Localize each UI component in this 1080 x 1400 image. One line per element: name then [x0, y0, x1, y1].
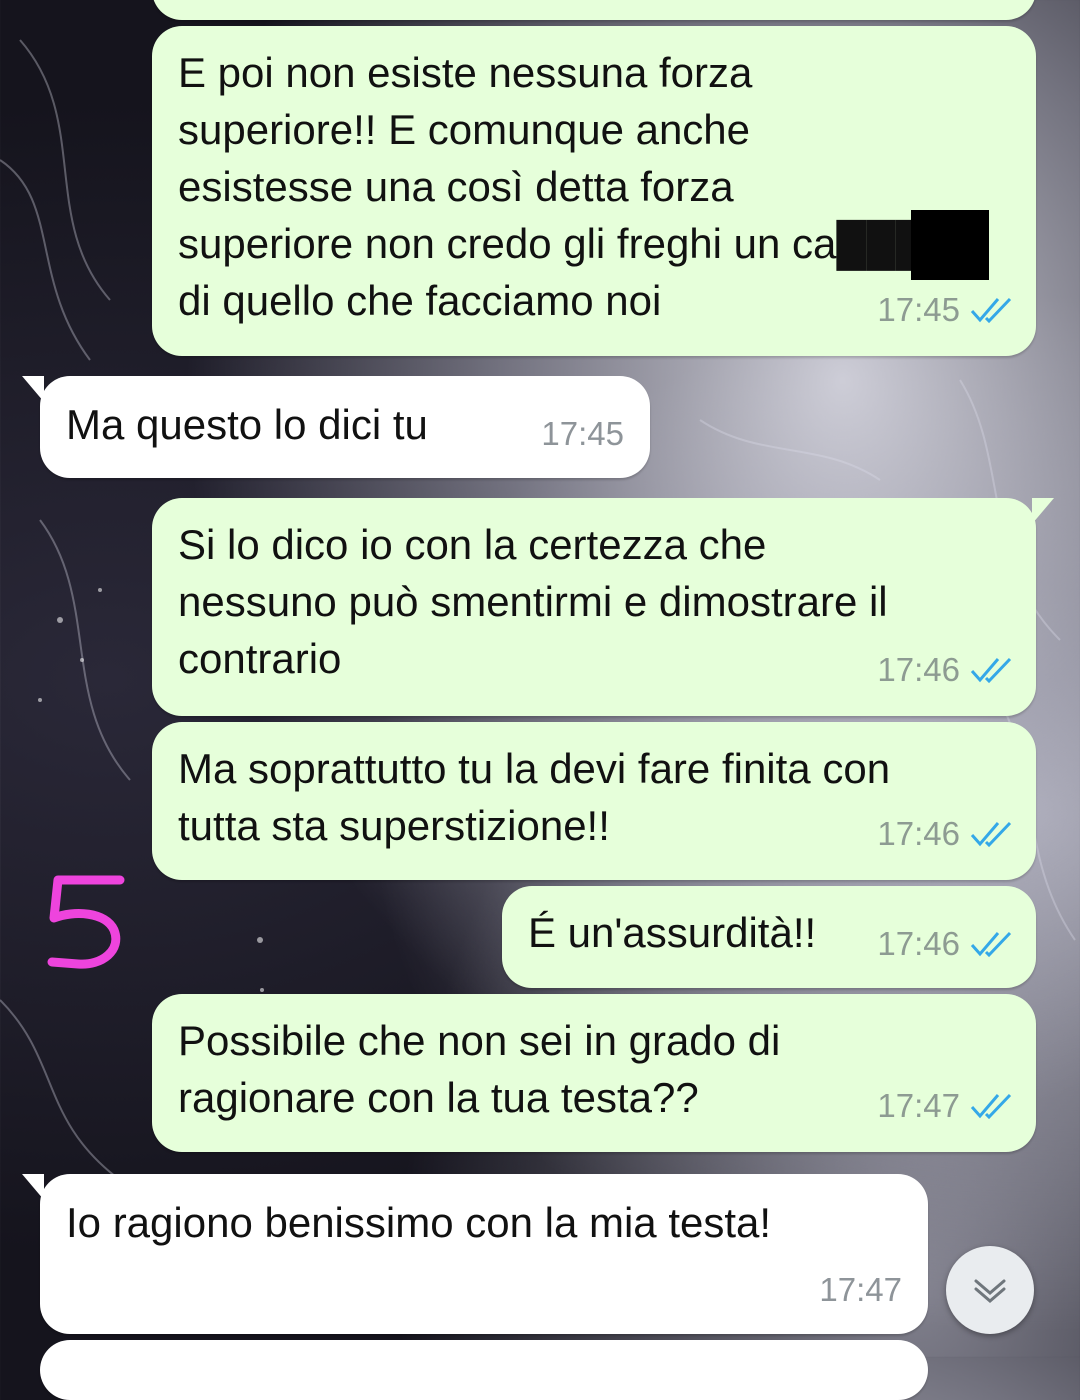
message-time: 17:46 [877, 925, 960, 962]
message-text: Ma questo lo dici tu [66, 401, 428, 448]
handwritten-annotation: 5 [44, 872, 125, 969]
double-check-icon [970, 297, 1012, 323]
message-bubble-outgoing[interactable]: E poi non esiste nessuna forza superiore… [152, 26, 1036, 356]
message-meta: 17:45 [877, 281, 1014, 338]
message-meta: 17:45 [541, 405, 624, 462]
message-bubble-outgoing[interactable]: Ma soprattutto tu la devi fare finita co… [152, 722, 1036, 880]
message-time: 17:45 [541, 415, 624, 452]
annotation-text: 5 [44, 872, 45, 873]
bubble-tail [1032, 498, 1054, 524]
message-time: 17:47 [819, 1271, 902, 1308]
chevron-down-icon [974, 1279, 1006, 1303]
message-time: 17:46 [877, 815, 960, 852]
message-text: Ma soprattutto tu la devi fare finita co… [178, 745, 891, 849]
double-check-icon [970, 1093, 1012, 1119]
message-bubble-partial[interactable] [152, 0, 1036, 20]
message-bubble-outgoing[interactable]: Si lo dico io con la certezza che nessun… [152, 498, 1054, 716]
message-meta: 17:46 [877, 805, 1014, 862]
message-text: Io ragiono benissimo con la mia testa! [66, 1199, 772, 1246]
message-meta: 17:47 [819, 1261, 902, 1318]
message-bubble-outgoing[interactable]: É un'assurdità!! 17:46 [502, 886, 1036, 988]
message-text: Possibile che non sei in grado di ragion… [178, 1017, 781, 1121]
message-text: Si lo dico io con la certezza che nessun… [178, 521, 888, 682]
message-meta: 17:46 [877, 915, 1014, 972]
message-time: 17:47 [877, 1087, 960, 1124]
message-text: É un'assurdità!! [528, 909, 817, 956]
bubble-tail [22, 1174, 44, 1200]
message-time: 17:45 [877, 291, 960, 328]
message-meta: 17:46 [877, 641, 1014, 698]
scroll-to-bottom-button[interactable] [946, 1246, 1034, 1334]
message-meta: 17:47 [877, 1077, 1014, 1134]
double-check-icon [970, 657, 1012, 683]
redaction-box [911, 210, 989, 280]
message-bubble-incoming[interactable]: Ma questo lo dici tu 17:45 [22, 376, 650, 478]
message-bubble-outgoing[interactable]: Possibile che non sei in grado di ragion… [152, 994, 1036, 1152]
double-check-icon [970, 821, 1012, 847]
double-check-icon [970, 931, 1012, 957]
message-bubble-incoming[interactable]: Io ragiono benissimo con la mia testa! 1… [22, 1174, 928, 1334]
bubble-tail [22, 376, 44, 402]
message-text: E poi non esiste nessuna forza superiore… [178, 49, 950, 324]
message-time: 17:46 [877, 651, 960, 688]
message-bubble-partial[interactable] [40, 1340, 928, 1400]
